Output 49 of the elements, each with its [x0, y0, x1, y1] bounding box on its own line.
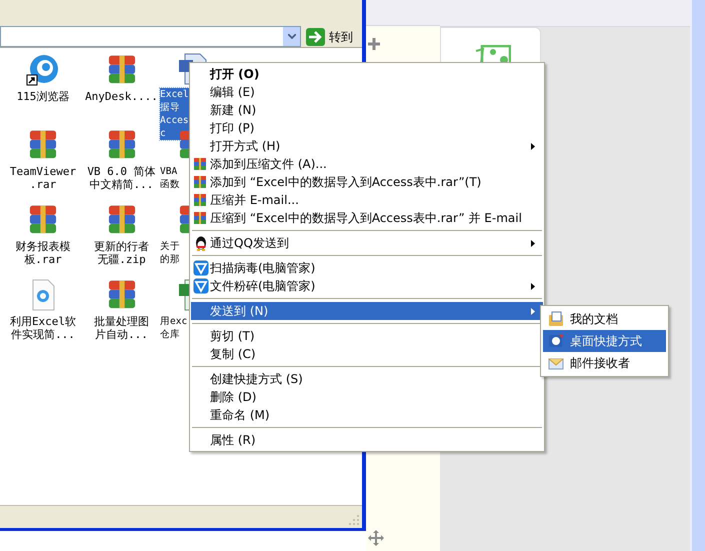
file-label[interactable]: VBA 函数	[160, 165, 180, 191]
menu-item[interactable]: 文件粉碎(电脑管家)	[191, 277, 543, 295]
menu-item[interactable]: 属性 (R)	[191, 431, 543, 449]
file-label[interactable]: TeamViewer .rar	[10, 165, 76, 191]
scrollbar[interactable]	[690, 0, 705, 551]
menu-item[interactable]: 发送到 (N)	[191, 302, 543, 320]
menu-item[interactable]: 扫描病毒(电脑管家)	[191, 259, 543, 277]
menu-item[interactable]: 我的文档	[543, 308, 666, 330]
file-label[interactable]: AnyDesk....	[85, 90, 158, 103]
menu-item[interactable]: 打开 (O)	[191, 65, 543, 83]
file-label[interactable]: 用exc 仓库	[160, 315, 188, 341]
menu-item[interactable]: 打印 (P)	[191, 119, 543, 137]
file-label[interactable]: 财务报表模 板.rar	[16, 240, 70, 266]
menu-item[interactable]: 压缩并 E-mail...	[191, 191, 543, 209]
menu-item[interactable]: 重命名 (M)	[191, 406, 543, 424]
menu-item[interactable]: 创建快捷方式 (S)	[191, 370, 543, 388]
menu-item[interactable]: 编辑 (E)	[191, 83, 543, 101]
address-field[interactable]	[0, 26, 301, 47]
chevron-down-icon	[288, 34, 296, 39]
file-label[interactable]: 关于 的那	[160, 240, 180, 266]
file-label[interactable]: 115浏览器	[16, 90, 70, 103]
go-button[interactable]: 转到	[306, 26, 356, 46]
file-label[interactable]: VB 6.0 简体 中文精简...	[87, 165, 156, 191]
file-label[interactable]: 批量处理图 片自动...	[94, 315, 149, 341]
resize-grip-icon[interactable]	[349, 515, 360, 526]
penguin-icon	[193, 235, 209, 251]
menu-item[interactable]: 添加到 “Excel中的数据导入到Access表中.rar”(T)	[191, 173, 543, 191]
arrow-right-icon	[306, 28, 325, 46]
plus-icon[interactable]	[368, 38, 380, 50]
move-icon	[368, 530, 384, 546]
menu-item[interactable]: 压缩到 “Excel中的数据导入到Access表中.rar” 并 E-mail	[191, 209, 543, 227]
menu-item[interactable]: 邮件接收者	[543, 352, 666, 374]
menu-item[interactable]: 打开方式 (H)	[191, 137, 543, 155]
file-label[interactable]: 利用Excel软 件实现简...	[10, 315, 76, 341]
menu-item[interactable]: 添加到压缩文件 (A)...	[191, 155, 543, 173]
file-label[interactable]: 更新的行者 无疆.zip	[94, 240, 149, 266]
dropdown-button[interactable]	[283, 27, 300, 46]
folder-icon	[548, 311, 564, 327]
shield-icon	[193, 278, 209, 294]
menu-item[interactable]: 删除 (D)	[191, 388, 543, 406]
menu-item[interactable]: 通过QQ发送到	[191, 234, 543, 252]
archive-icon	[193, 175, 207, 189]
menu-item[interactable]: 复制 (C)	[191, 345, 543, 363]
file-label[interactable]: Excel 据导 Acces c	[160, 88, 189, 140]
swirl-shortcut-icon	[26, 53, 60, 87]
menu-item[interactable]: 剪切 (T)	[191, 327, 543, 345]
menu-item[interactable]: 桌面快捷方式	[543, 330, 666, 352]
shield-icon	[193, 260, 209, 276]
menu-item[interactable]: 新建 (N)	[191, 101, 543, 119]
